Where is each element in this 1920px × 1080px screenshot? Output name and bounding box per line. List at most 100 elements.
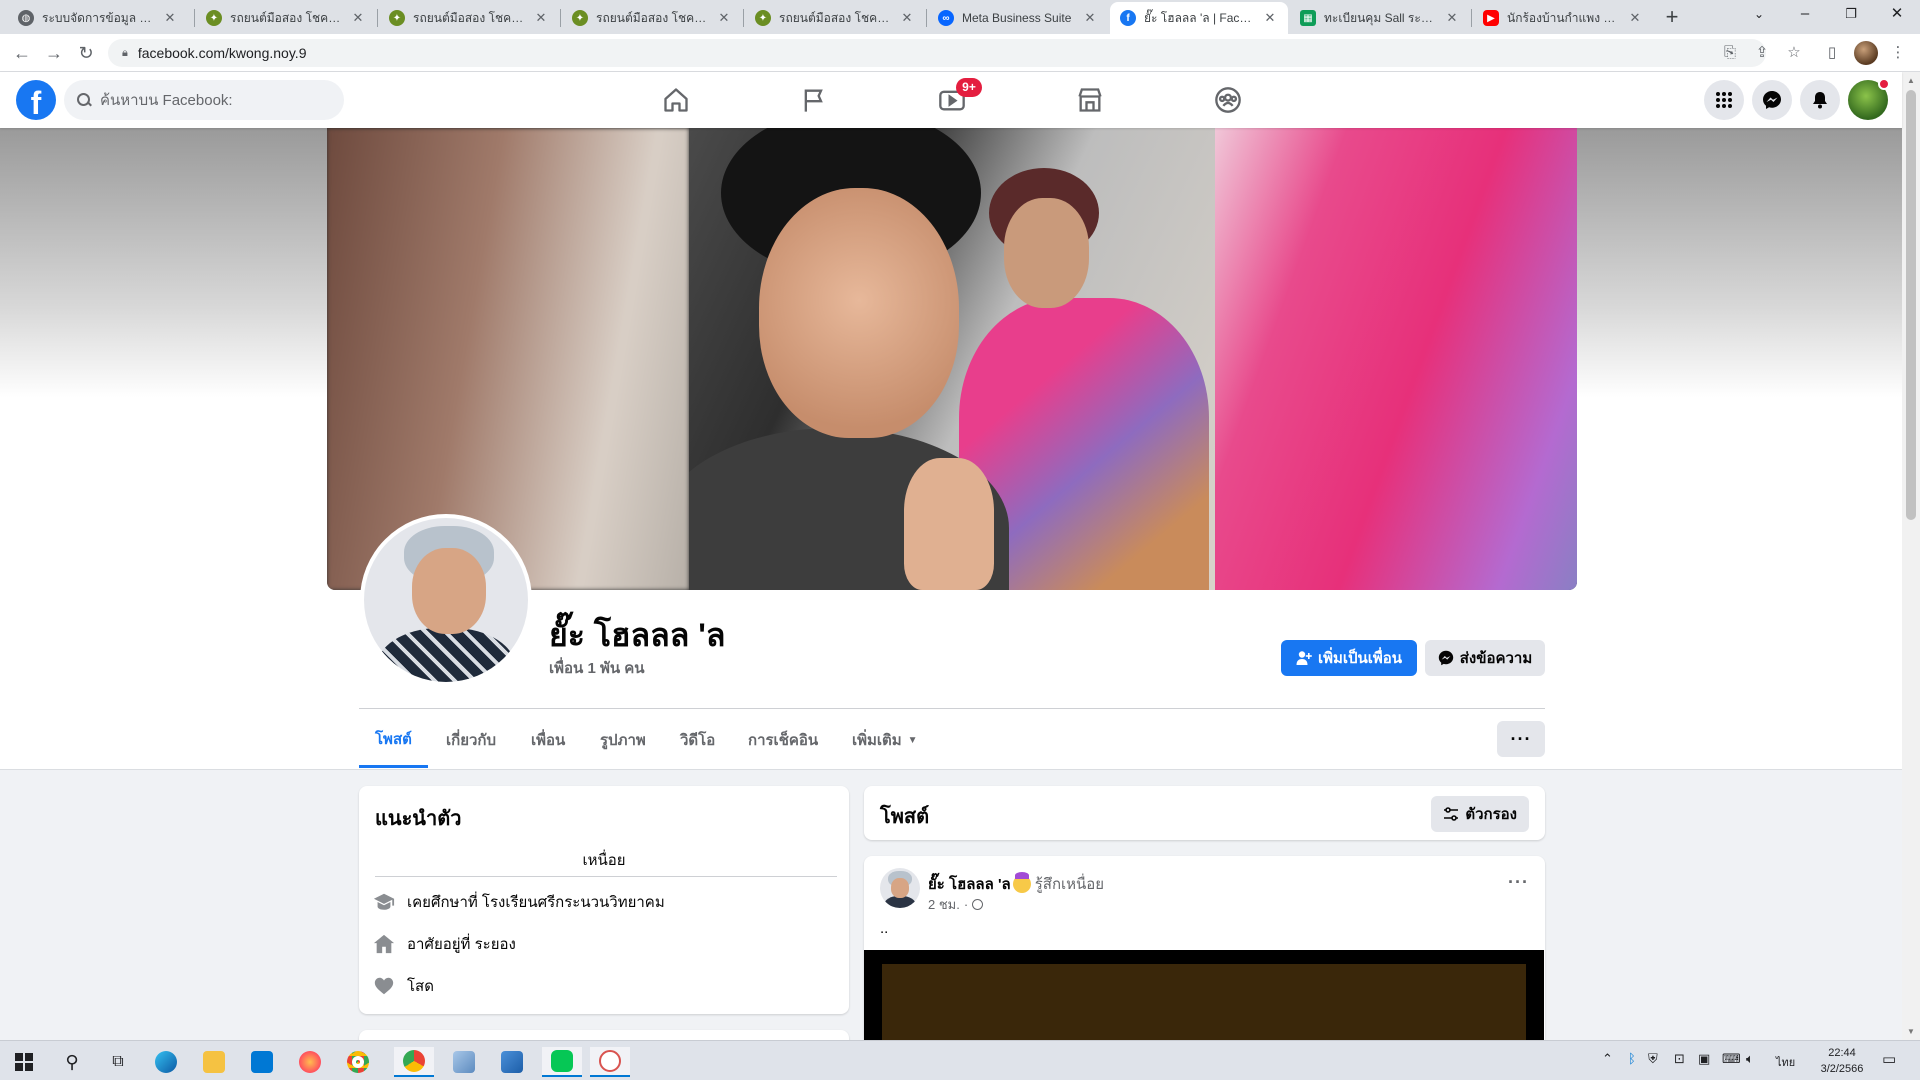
page-scrollbar[interactable]: ▲ ▼ xyxy=(1902,72,1920,1040)
facebook-search[interactable] xyxy=(64,80,344,120)
forward-icon[interactable]: → xyxy=(42,41,66,65)
firefox-icon[interactable] xyxy=(290,1047,330,1077)
chrome-icon[interactable] xyxy=(338,1047,378,1077)
tab-posts[interactable]: โพสต์ xyxy=(359,712,428,768)
close-icon[interactable]: ✕ xyxy=(1444,10,1460,26)
filter-button[interactable]: ตัวกรอง xyxy=(1431,796,1529,832)
intro-relationship: โสด xyxy=(373,974,434,998)
close-icon[interactable]: ✕ xyxy=(162,10,178,26)
menu-button[interactable] xyxy=(1704,80,1744,120)
nav-marketplace[interactable] xyxy=(1034,72,1146,128)
tab-more-label: เพิ่มเติม xyxy=(852,732,902,749)
friend-count[interactable]: เพื่อน 1 พัน คน xyxy=(549,656,645,680)
tab-photos[interactable]: รูปภาพ xyxy=(584,712,662,768)
tab-separator xyxy=(743,9,744,27)
close-icon[interactable]: ✕ xyxy=(899,10,915,26)
browser-tab[interactable]: ▦ ทะเบียนคุม Sall ระบบออน ✕ xyxy=(1290,2,1470,34)
back-icon[interactable]: ← xyxy=(10,41,34,65)
post-timestamp[interactable]: 2 ชม. xyxy=(928,894,960,915)
show-hidden-icons-icon[interactable]: ⌃ xyxy=(1602,1051,1613,1067)
send-message-button[interactable]: ส่งข้อความ xyxy=(1425,640,1545,676)
scroll-down-icon[interactable]: ▼ xyxy=(1906,1027,1916,1036)
post-card: ยั๊ะ โฮลลล 'ล รู้สึกเหนื่อย 2 ชม. · ··· … xyxy=(864,856,1545,1040)
volume-icon[interactable]: 🔈︎ xyxy=(1746,1051,1754,1067)
side-panel-icon[interactable]: ▯ xyxy=(1818,39,1846,67)
intro-bio: เหนื่อย xyxy=(582,852,626,869)
app-icon[interactable] xyxy=(444,1047,484,1077)
input-language[interactable]: ไทย xyxy=(1776,1053,1795,1071)
facebook-logo[interactable]: f xyxy=(16,80,56,120)
search-input[interactable] xyxy=(100,91,330,109)
address-bar[interactable]: 🔒︎ facebook.com/kwong.noy.9 xyxy=(108,39,1766,67)
new-tab-button[interactable]: + xyxy=(1658,4,1686,32)
nav-groups[interactable] xyxy=(1172,72,1284,128)
cover-photo[interactable] xyxy=(327,128,1577,590)
cover-photo-image xyxy=(689,128,1215,590)
tab-about[interactable]: เกี่ยวกับ xyxy=(430,712,512,768)
tab-more[interactable]: เพิ่มเติม ▼ xyxy=(836,712,934,768)
close-icon[interactable]: ✕ xyxy=(350,10,366,26)
scrollbar-thumb[interactable] xyxy=(1906,90,1916,520)
line-icon[interactable] xyxy=(542,1047,582,1077)
browser-tab[interactable]: ✦ รถยนต์มือสอง โชคลูกโ ✕ xyxy=(379,2,559,34)
chrome-profile-avatar[interactable] xyxy=(1854,41,1878,65)
browser-tab[interactable]: ◍ ระบบจัดการข้อมูล บริษัท ✕ xyxy=(8,2,188,34)
search-icon[interactable]: ⚲ xyxy=(52,1047,92,1077)
nav-home[interactable] xyxy=(620,72,732,128)
browser-tab[interactable]: ✦ รถยนต์มือสอง โชคลูกโ ✕ xyxy=(562,2,742,34)
more-options-button[interactable]: ··· xyxy=(1497,721,1545,757)
browser-tab-active[interactable]: f ยั๊ะ โฮลลล 'ล | Facebook ✕ xyxy=(1110,2,1288,34)
bluetooth-icon[interactable]: ᛒ xyxy=(1628,1051,1636,1066)
photos-icon[interactable] xyxy=(492,1047,532,1077)
nav-watch[interactable]: 9+ xyxy=(896,72,1008,128)
tab-search-icon[interactable]: ⌄ xyxy=(1736,0,1782,30)
translate-icon[interactable]: ⎘ xyxy=(1716,39,1744,67)
file-explorer-icon[interactable] xyxy=(194,1047,234,1077)
network-icon[interactable]: ⌨ xyxy=(1722,1051,1741,1067)
tab-checkins[interactable]: การเช็คอิน xyxy=(732,712,834,768)
browser-tab[interactable]: ∞ Meta Business Suite ✕ xyxy=(928,2,1108,34)
home-icon xyxy=(373,934,395,954)
post-author-name[interactable]: ยั๊ะ โฮลลล 'ล xyxy=(928,872,1011,896)
close-icon[interactable]: ✕ xyxy=(1262,10,1278,26)
task-view-icon[interactable]: ⧉ xyxy=(98,1047,138,1077)
nav-pages[interactable] xyxy=(758,72,870,128)
browser-tab[interactable]: ▶ นักร้องบ้านกำแพง ล่าสุด ✕ xyxy=(1473,2,1653,34)
browser-tab[interactable]: ✦ รถยนต์มือสอง โชคลูกโ ✕ xyxy=(745,2,925,34)
reload-icon[interactable]: ↻ xyxy=(74,41,98,65)
meet-icon[interactable]: ⊡ xyxy=(1674,1051,1685,1067)
tab-friends[interactable]: เพื่อน xyxy=(515,712,581,768)
windows-start-icon[interactable] xyxy=(4,1047,44,1077)
edge-icon[interactable] xyxy=(146,1047,186,1077)
minimize-icon[interactable]: – xyxy=(1782,0,1828,30)
display-icon[interactable]: ▣ xyxy=(1698,1051,1710,1067)
close-window-icon[interactable]: ✕ xyxy=(1874,0,1920,30)
close-icon[interactable]: ✕ xyxy=(1627,10,1643,26)
profile-picture[interactable] xyxy=(360,514,532,686)
lock-icon[interactable]: 🔒︎ xyxy=(122,47,128,60)
notification-center-icon[interactable]: ▭ xyxy=(1882,1050,1896,1068)
bookmark-star-icon[interactable]: ☆ xyxy=(1780,39,1808,67)
chrome-menu-icon[interactable]: ⋮ xyxy=(1884,39,1912,67)
close-icon[interactable]: ✕ xyxy=(1082,10,1098,26)
chrome-profile-icon[interactable] xyxy=(394,1047,434,1077)
add-friend-button[interactable]: เพิ่มเป็นเพื่อน xyxy=(1281,640,1417,676)
close-icon[interactable]: ✕ xyxy=(533,10,549,26)
facebook-icon: f xyxy=(1120,10,1136,26)
post-author-avatar[interactable] xyxy=(880,868,920,908)
share-icon[interactable]: ⇪ xyxy=(1748,39,1776,67)
post-options-icon[interactable]: ··· xyxy=(1508,872,1529,893)
post-video[interactable] xyxy=(864,950,1544,1040)
tab-videos[interactable]: วิดีโอ xyxy=(664,712,731,768)
security-icon[interactable]: ⛨ xyxy=(1648,1051,1658,1067)
paint-icon[interactable] xyxy=(590,1047,630,1077)
restore-icon[interactable]: ❐ xyxy=(1828,0,1874,30)
messenger-button[interactable] xyxy=(1752,80,1792,120)
account-avatar[interactable] xyxy=(1848,78,1890,120)
scroll-up-icon[interactable]: ▲ xyxy=(1906,76,1916,85)
notifications-button[interactable] xyxy=(1800,80,1840,120)
close-icon[interactable]: ✕ xyxy=(716,10,732,26)
browser-tab[interactable]: ✦ รถยนต์มือสอง โชคลูกโ ✕ xyxy=(196,2,376,34)
mail-icon[interactable] xyxy=(242,1047,282,1077)
system-clock[interactable]: 22:44 3/2/2566 xyxy=(1812,1045,1872,1077)
